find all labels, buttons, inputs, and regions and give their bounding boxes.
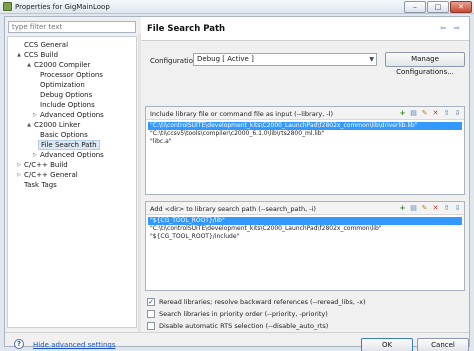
tree-item-label: C2000 Linker <box>34 121 81 129</box>
tree-item-processor-options[interactable]: Processor Options <box>40 70 103 80</box>
tree-item-ccs-build[interactable]: ▲ CCS Build <box>16 50 58 60</box>
tree-item-basic-options[interactable]: Basic Options <box>40 130 88 140</box>
tree-item-label: Advanced Options <box>40 111 104 119</box>
library-list-toolbar: + ▤ ✎ ✕ ⇧ ⇩ <box>398 109 462 118</box>
tree-item-task-tags[interactable]: Task Tags <box>16 180 57 190</box>
forward-arrow-icon[interactable]: ⇨ <box>451 24 463 33</box>
tree-item-label: Processor Options <box>40 71 103 79</box>
tree-item-label: CCS Build <box>24 51 59 59</box>
title-bar: Properties for GigMainLoop – □ ✕ <box>0 0 474 14</box>
cancel-button[interactable]: Cancel <box>417 338 469 351</box>
tree-item-cpp-build[interactable]: ▷ C/C++ Build <box>16 160 68 170</box>
library-list-label: Include library file or command file as … <box>150 110 334 118</box>
property-page: File Search Path ⇦ ⇨ Configuration: Debu… <box>141 17 469 332</box>
move-up-icon[interactable]: ⇧ <box>442 204 451 213</box>
expand-arrow-icon[interactable]: ▷ <box>16 170 22 180</box>
tree-item-label: Advanced Options <box>40 151 104 159</box>
window-controls: – □ ✕ <box>404 1 472 13</box>
disable-auto-rts-label: Disable automatic RTS selection (--disab… <box>159 322 329 330</box>
help-icon[interactable]: ? <box>14 339 24 349</box>
page-navigation: ⇦ ⇨ <box>437 24 463 33</box>
tree-item-debug-options[interactable]: Debug Options <box>40 90 92 100</box>
search-path-list-label: Add <dir> to library search path (--sear… <box>150 205 316 213</box>
tree-item-optimization[interactable]: Optimization <box>40 80 85 90</box>
search-path-toolbar: + ▤ ✎ ✕ ⇧ ⇩ <box>398 204 462 213</box>
delete-icon[interactable]: ✕ <box>431 109 440 118</box>
expand-arrow-icon[interactable]: ▷ <box>32 110 38 120</box>
library-entry[interactable]: "libc.a" <box>148 138 462 146</box>
reread-libs-option[interactable]: ✓ Reread libraries; resolve backward ref… <box>147 297 366 307</box>
minimize-button[interactable]: – <box>404 1 426 13</box>
close-button[interactable]: ✕ <box>450 1 472 13</box>
tree-item-label: C2000 Compiler <box>34 61 91 69</box>
chevron-down-icon: ▼ <box>369 56 374 63</box>
priority-option[interactable]: Search libraries in priority order (--pr… <box>147 309 328 319</box>
expand-arrow-icon[interactable]: ▷ <box>16 160 22 170</box>
tree-item-include-options[interactable]: Include Options <box>40 100 95 110</box>
tree-item-c2000-compiler[interactable]: ▲ C2000 Compiler <box>26 60 90 70</box>
tree-item-label: Task Tags <box>24 181 57 189</box>
search-path-entry[interactable]: "C:\ti\controlSUITE\development_kits\C20… <box>148 225 462 233</box>
hide-advanced-settings-link[interactable]: Hide advanced settings <box>33 341 116 349</box>
manage-configurations-button[interactable]: Manage Configurations... <box>385 52 465 76</box>
move-down-icon[interactable]: ⇩ <box>453 204 462 213</box>
tree-item-file-search-path[interactable]: File Search Path <box>38 140 100 150</box>
tree-item-label: Debug Options <box>40 91 93 99</box>
disable-auto-rts-checkbox[interactable] <box>147 322 155 330</box>
maximize-button[interactable]: □ <box>427 1 449 13</box>
footer-divider <box>5 332 469 333</box>
search-path-list: Add <dir> to library search path (--sear… <box>145 201 465 291</box>
disable-auto-rts-option[interactable]: Disable automatic RTS selection (--disab… <box>147 321 328 331</box>
delete-icon[interactable]: ✕ <box>431 204 440 213</box>
ok-button[interactable]: OK <box>361 338 413 351</box>
tree-item-label: File Search Path <box>38 140 100 150</box>
move-down-icon[interactable]: ⇩ <box>453 109 462 118</box>
priority-checkbox[interactable] <box>147 310 155 318</box>
edit-icon[interactable]: ✎ <box>420 109 429 118</box>
window-title: Properties for GigMainLoop <box>15 2 110 11</box>
tree-item-label: C/C++ Build <box>24 161 68 169</box>
move-up-icon[interactable]: ⇧ <box>442 109 451 118</box>
search-path-entry[interactable]: "${CG_TOOL_ROOT}/lib" <box>148 217 462 225</box>
tree-item-cpp-general[interactable]: ▷ C/C++ General <box>16 170 78 180</box>
add-icon[interactable]: + <box>398 204 407 213</box>
back-arrow-icon[interactable]: ⇦ <box>437 24 449 33</box>
edit-icon[interactable]: ✎ <box>420 204 429 213</box>
filter-input[interactable] <box>8 21 136 33</box>
reread-libs-label: Reread libraries; resolve backward refer… <box>159 298 366 306</box>
configuration-select[interactable]: Debug [ Active ] ▼ <box>193 53 377 66</box>
tree-item-ccs-general[interactable]: CCS General <box>16 40 68 50</box>
tree-item-label: CCS General <box>24 41 69 49</box>
tree-item-c2000-linker[interactable]: ▲ C2000 Linker <box>26 120 80 130</box>
add-folder-icon[interactable]: ▤ <box>409 204 418 213</box>
search-path-list-header: Add <dir> to library search path (--sear… <box>146 202 464 215</box>
page-title: File Search Path <box>147 24 226 34</box>
tree-item-linker-advanced-options[interactable]: ▷ Advanced Options <box>32 150 104 160</box>
collapse-arrow-icon[interactable]: ▲ <box>26 120 32 130</box>
library-entry[interactable]: "C:\ti\ccsv5\tools\compiler\c2000_6.1.0\… <box>148 130 462 138</box>
tree-item-label: C/C++ General <box>24 171 78 179</box>
tree-item-label: Include Options <box>40 101 95 109</box>
page-header: File Search Path ⇦ ⇨ <box>141 17 469 41</box>
library-file-list: Include library file or command file as … <box>145 106 465 195</box>
reread-libs-checkbox[interactable]: ✓ <box>147 298 155 306</box>
properties-dialog: CCS General ▲ CCS Build ▲ C2000 Compiler… <box>4 16 470 351</box>
add-icon[interactable]: + <box>398 109 407 118</box>
search-path-entry[interactable]: "${CG_TOOL_ROOT}/include" <box>148 233 462 241</box>
collapse-arrow-icon[interactable]: ▲ <box>16 50 22 60</box>
library-entry[interactable]: "C:\ti\controlSUITE\development_kits\C20… <box>148 122 462 130</box>
add-file-icon[interactable]: ▤ <box>409 109 418 118</box>
expand-arrow-icon[interactable]: ▷ <box>32 150 38 160</box>
collapse-arrow-icon[interactable]: ▲ <box>26 60 32 70</box>
priority-label: Search libraries in priority order (--pr… <box>159 310 328 318</box>
app-icon <box>3 2 12 11</box>
tree-item-compiler-advanced-options[interactable]: ▷ Advanced Options <box>32 110 104 120</box>
tree-item-label: Basic Options <box>40 131 88 139</box>
library-list-header: Include library file or command file as … <box>146 107 464 120</box>
category-tree: CCS General ▲ CCS Build ▲ C2000 Compiler… <box>7 36 137 328</box>
tree-item-label: Optimization <box>40 81 85 89</box>
configuration-value: Debug [ Active ] <box>197 55 254 63</box>
